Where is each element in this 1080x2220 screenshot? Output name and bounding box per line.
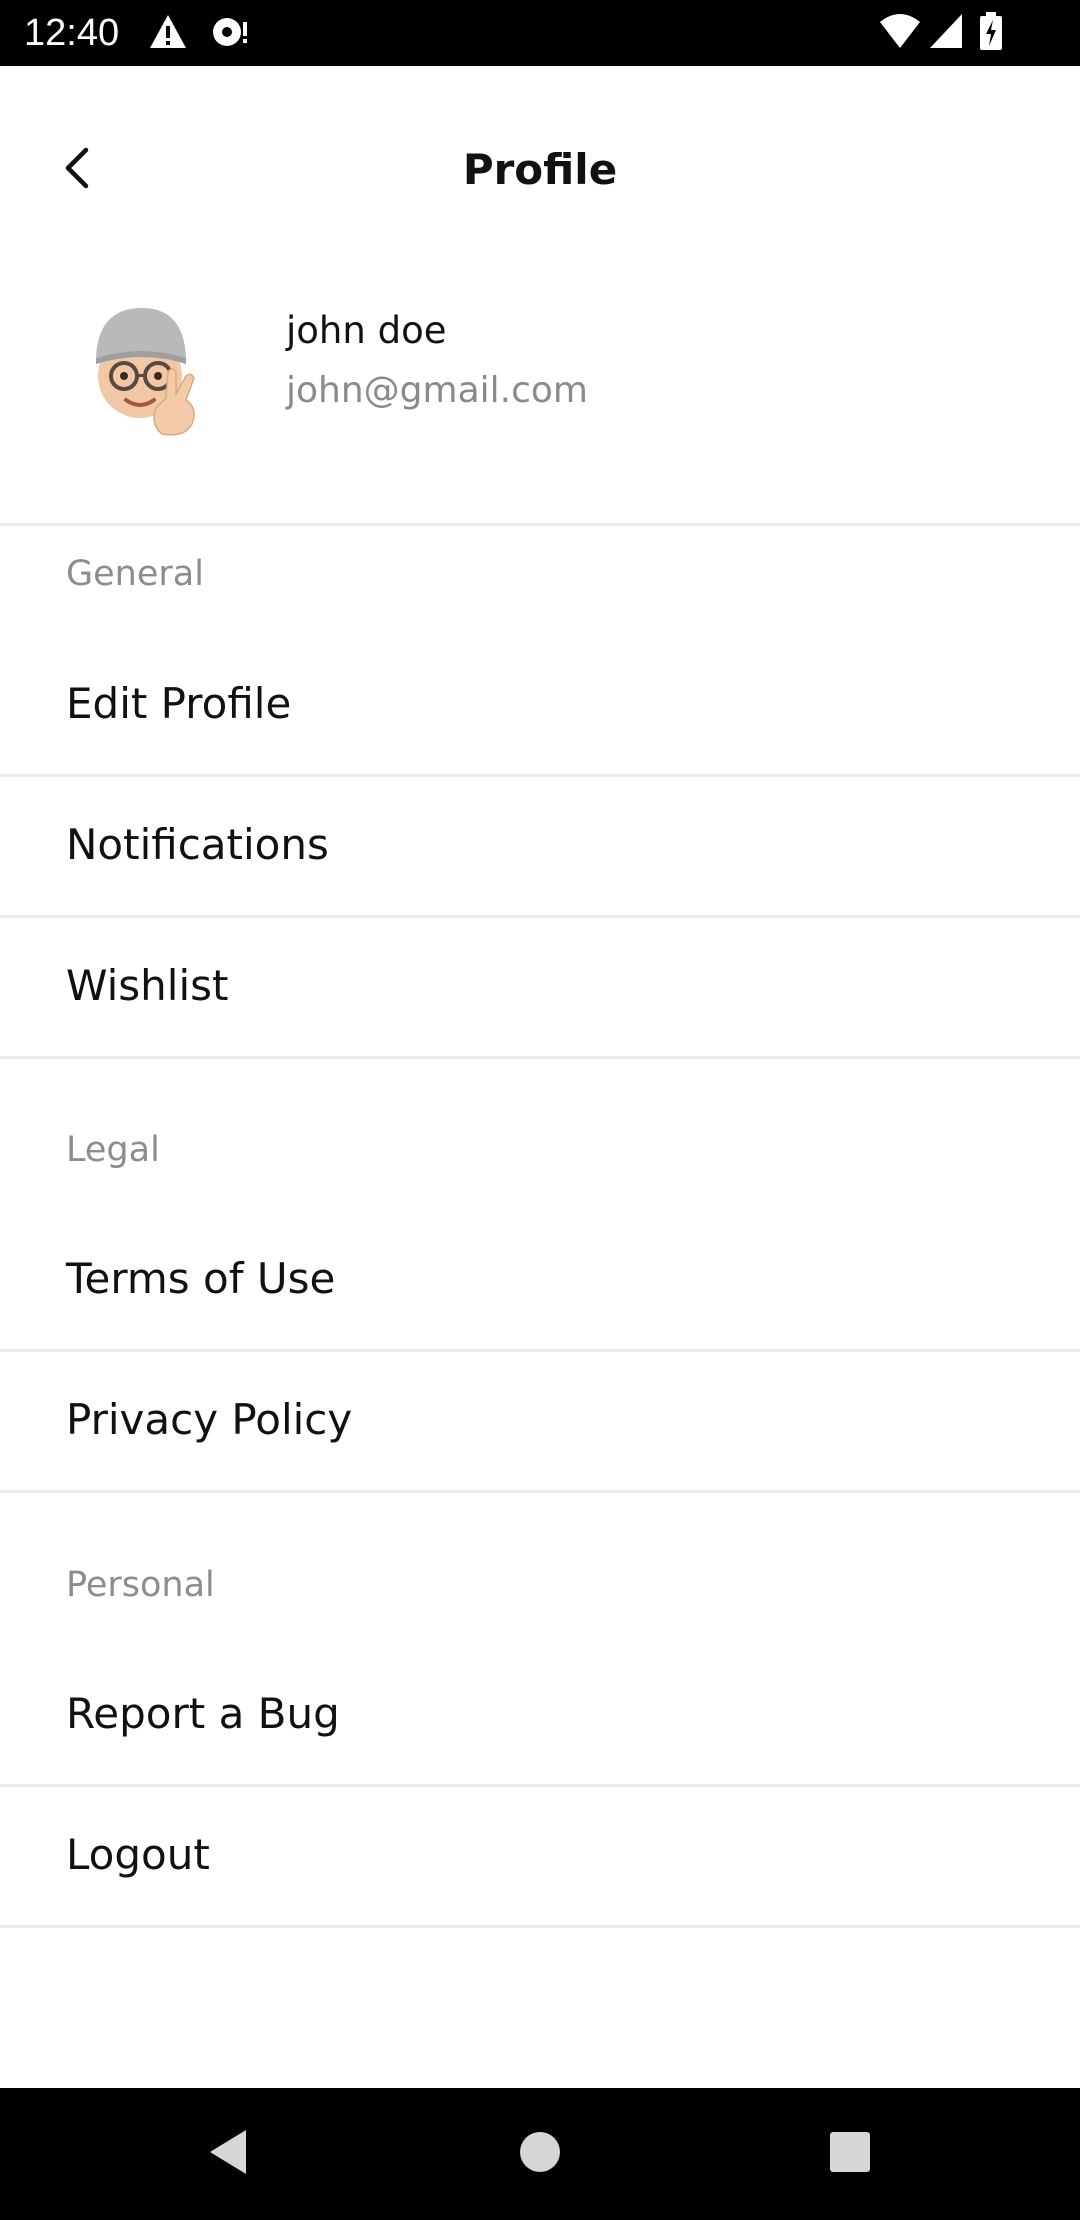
menu-item-label: Privacy Policy — [66, 1395, 353, 1444]
menu-item-label: Wishlist — [66, 961, 229, 1010]
navigation-bar — [0, 2088, 1080, 2220]
user-name: john doe — [286, 309, 447, 352]
user-email: john@gmail.com — [286, 370, 588, 411]
signal-icon — [928, 12, 964, 56]
menu-item-label: Terms of Use — [66, 1254, 336, 1303]
menu-item-label: Report a Bug — [66, 1689, 340, 1738]
media-icon — [210, 12, 250, 56]
app-bar: Profile — [0, 66, 1080, 266]
menu-item-privacy-policy[interactable]: Privacy Policy — [0, 1352, 1080, 1493]
profile-header: john doe john@gmail.com — [0, 266, 1080, 526]
nav-back-button[interactable] — [192, 2118, 264, 2190]
menu-item-label: Edit Profile — [66, 679, 292, 728]
nav-home-button[interactable] — [504, 2118, 576, 2190]
section-label-personal: Personal — [66, 1565, 215, 1605]
avatar — [80, 296, 210, 436]
battery-charging-icon — [978, 12, 1004, 56]
status-bar: 12:40 — [0, 0, 1080, 66]
menu-item-report-a-bug[interactable]: Report a Bug — [0, 1646, 1080, 1787]
section-label-legal: Legal — [66, 1130, 160, 1170]
home-circle-icon — [518, 2130, 562, 2178]
menu-item-edit-profile[interactable]: Edit Profile — [0, 636, 1080, 777]
back-triangle-icon — [206, 2128, 250, 2180]
status-time: 12:40 — [24, 12, 120, 54]
menu-item-label: Logout — [66, 1830, 210, 1879]
menu-item-logout[interactable]: Logout — [0, 1787, 1080, 1928]
warning-icon — [148, 12, 188, 56]
nav-recents-button[interactable] — [814, 2118, 886, 2190]
menu-item-label: Notifications — [66, 820, 329, 869]
section-label-general: General — [66, 554, 204, 594]
menu-item-notifications[interactable]: Notifications — [0, 777, 1080, 918]
wifi-icon — [878, 12, 922, 56]
menu-item-terms-of-use[interactable]: Terms of Use — [0, 1211, 1080, 1352]
menu-item-wishlist[interactable]: Wishlist — [0, 918, 1080, 1059]
recents-square-icon — [828, 2130, 872, 2178]
page-title: Profile — [462, 145, 618, 194]
